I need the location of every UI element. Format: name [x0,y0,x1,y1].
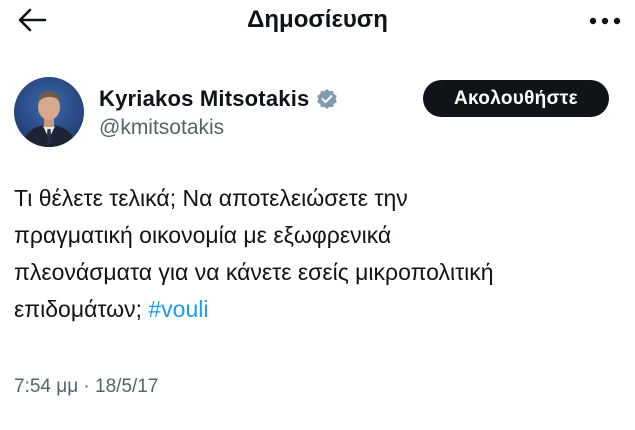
tweet-timestamp[interactable]: 7:54 μμ · 18/5/17 [14,374,158,400]
hashtag-link[interactable]: #vouli [148,296,208,322]
tweet-text: Τι θέλετε τελικά; Να αποτελειώσετε την π… [14,180,624,328]
tweet-line: επιδομάτων; #vouli [14,291,624,328]
page-title: Δημοσίευση [247,6,388,33]
verified-badge-icon [316,88,338,110]
avatar[interactable] [14,77,84,147]
tweet-line: πραγματική οικονομία με εξωφρενικά [14,222,392,248]
tweet-line: πλεονάσματα για να κάνετε εσείς μικροπολ… [14,259,494,285]
more-horizontal-icon [588,13,622,31]
author-handle[interactable]: @kmitsotakis [99,115,224,141]
tweet-line: Τι θέλετε τελικά; Να αποτελειώσετε την [14,185,408,211]
top-bar: Δημοσίευση [0,0,635,48]
follow-button[interactable]: Ακολουθήστε [423,80,609,117]
author-name-row[interactable]: Kyriakos Mitsotakis [99,85,338,113]
more-button[interactable] [583,4,627,40]
tweet-line-text: επιδομάτων; [14,296,142,322]
author-name[interactable]: Kyriakos Mitsotakis [99,86,309,112]
